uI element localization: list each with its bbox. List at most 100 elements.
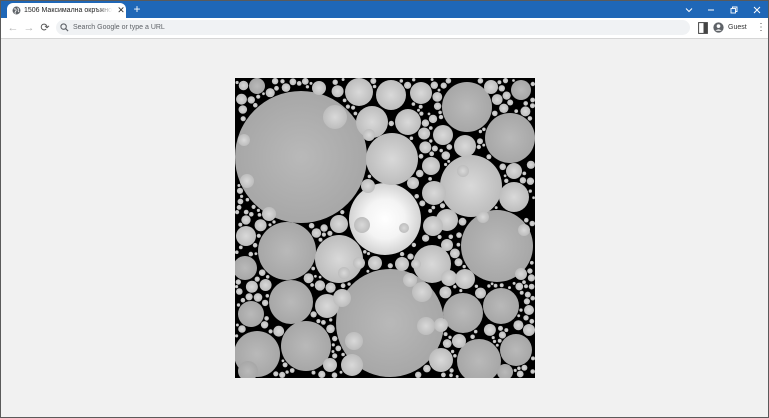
reload-button[interactable]: ⟳ — [37, 20, 53, 36]
packed-circle — [439, 286, 452, 299]
packed-circle — [438, 114, 444, 120]
packed-circle — [345, 332, 363, 350]
packed-circle — [522, 280, 526, 284]
packed-circle — [235, 323, 239, 327]
packed-circle — [240, 297, 246, 303]
packed-circle — [367, 174, 372, 179]
new-tab-button[interactable]: + — [130, 2, 144, 17]
packed-circle — [407, 253, 414, 260]
packed-circle — [388, 120, 394, 127]
packed-circle — [477, 78, 484, 84]
packed-circle — [395, 109, 421, 135]
packed-circle — [262, 207, 276, 221]
packed-circle — [254, 276, 260, 282]
packed-circle — [517, 366, 521, 371]
packed-circle — [269, 280, 313, 324]
packed-circle — [236, 187, 244, 194]
forward-arrow-icon: → — [23, 22, 35, 34]
back-button[interactable]: ← — [5, 20, 21, 36]
packed-circle — [333, 289, 351, 307]
packed-circle — [526, 177, 535, 185]
packed-circle — [259, 279, 272, 291]
packed-circle — [399, 251, 405, 257]
packed-circle — [318, 370, 326, 378]
packed-circle — [265, 275, 270, 279]
packed-circle — [235, 285, 239, 289]
menu-button[interactable]: ⋮ — [756, 20, 766, 36]
packed-circle — [264, 316, 269, 321]
packed-circle — [524, 305, 534, 315]
packed-circle — [245, 293, 253, 301]
packed-circle — [515, 268, 527, 280]
packed-circle — [279, 371, 286, 378]
close-icon — [753, 6, 761, 13]
restore-button[interactable] — [723, 1, 745, 18]
packed-circle — [419, 111, 424, 116]
packed-circle — [235, 80, 239, 85]
globe-icon — [12, 6, 21, 15]
packed-circle — [504, 178, 509, 183]
packed-circle — [258, 222, 316, 280]
packed-circle — [323, 358, 337, 372]
packed-circle — [519, 177, 527, 184]
packed-circle — [330, 215, 348, 233]
circle-packing-canvas — [235, 78, 535, 378]
packed-circle — [487, 284, 491, 288]
minimize-button[interactable] — [700, 1, 722, 18]
packed-circle — [318, 237, 323, 242]
packed-circle — [522, 171, 527, 176]
restore-icon — [730, 6, 738, 14]
side-panel-icon[interactable] — [698, 22, 708, 34]
packed-circle — [428, 114, 438, 124]
packed-circle — [523, 324, 535, 336]
packed-circle — [318, 275, 322, 279]
packed-circle — [499, 103, 509, 113]
tab-search-button[interactable] — [678, 1, 700, 18]
packed-circle — [331, 350, 335, 353]
circles-group — [235, 78, 535, 378]
packed-circle — [474, 284, 479, 288]
packed-circle — [455, 269, 475, 289]
packed-circle — [339, 370, 343, 374]
packed-circle — [439, 203, 446, 209]
packed-circle — [530, 81, 535, 87]
packed-circle — [236, 226, 256, 246]
packed-circle — [251, 204, 256, 209]
packed-circle — [494, 206, 498, 210]
packed-circle — [511, 80, 531, 100]
packed-circle — [529, 318, 535, 324]
packed-circle — [252, 242, 258, 248]
packed-circle — [506, 163, 522, 179]
packed-circle — [429, 348, 453, 372]
packed-circle — [366, 269, 370, 273]
address-bar[interactable]: Search Google or type a URL — [56, 20, 690, 35]
packed-circle — [454, 258, 463, 267]
packed-circle — [411, 259, 421, 269]
packed-circle — [361, 179, 375, 193]
forward-button[interactable]: → — [21, 20, 37, 36]
packed-circle — [296, 81, 302, 86]
packed-circle — [341, 354, 363, 376]
packed-circle — [433, 125, 453, 145]
packed-circle — [254, 252, 258, 256]
packed-circle — [492, 339, 497, 344]
packed-circle — [332, 79, 338, 85]
packed-circle — [340, 210, 345, 215]
packed-circle — [447, 159, 451, 163]
packed-circle — [273, 371, 279, 377]
packed-circle — [273, 325, 285, 337]
packed-circle — [441, 239, 453, 251]
tab-close-button[interactable]: ✕ — [116, 4, 126, 17]
tab-active[interactable]: 1506 Максимална окръжност.html ✕ — [7, 3, 126, 18]
packed-circle — [245, 197, 250, 202]
packed-circle — [478, 129, 483, 134]
close-window-button[interactable] — [746, 1, 768, 18]
packed-circle — [238, 325, 246, 333]
packed-circle — [445, 78, 452, 84]
packed-circle — [419, 141, 432, 154]
packed-circle — [409, 136, 414, 140]
packed-circle — [475, 287, 486, 299]
packed-circle — [529, 220, 535, 227]
packed-circle — [432, 92, 443, 102]
packed-circle — [519, 290, 524, 295]
